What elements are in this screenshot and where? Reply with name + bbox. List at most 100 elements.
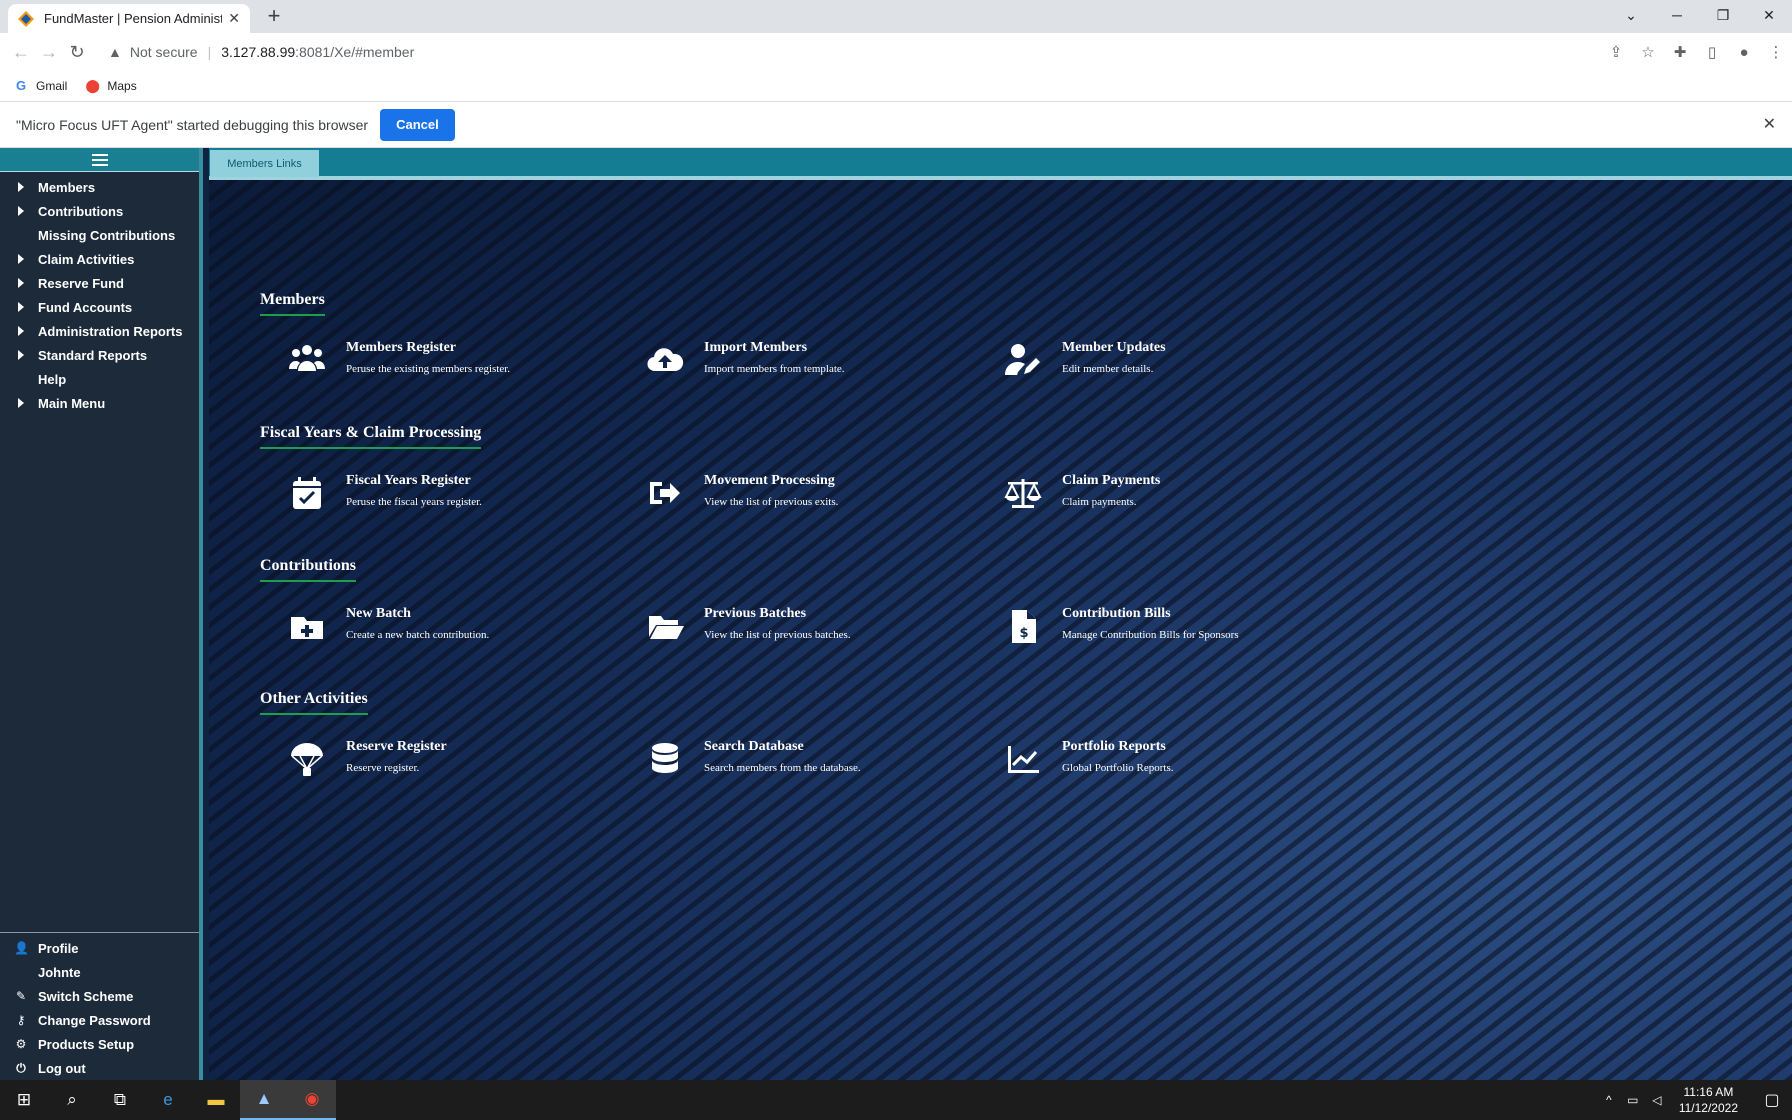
sidebar-item-members[interactable]: Members	[0, 175, 199, 199]
link-card-search-database[interactable]: Search Database Search members from the d…	[641, 735, 961, 791]
main-tabbar: Members Links	[209, 148, 1792, 180]
link-card-contribution-bills[interactable]: $ Contribution Bills Manage Contribution B…	[999, 602, 1319, 658]
tab-search-icon[interactable]: ⌄	[1608, 0, 1654, 30]
gears-icon: ⚙	[15, 1037, 27, 1051]
tab-members-links[interactable]: Members Links	[210, 150, 319, 177]
volume-icon[interactable]: ◁	[1645, 1093, 1669, 1107]
sidebar-item-label: Log out	[38, 1060, 86, 1076]
sidebar-item-reserve-fund[interactable]: Reserve Fund	[0, 271, 199, 295]
card-description: Global Portfolio Reports.	[1062, 762, 1174, 774]
sidebar-toggle[interactable]	[0, 148, 199, 172]
link-card-member-updates[interactable]: Member Updates Edit member details.	[999, 336, 1319, 392]
link-card-reserve-register[interactable]: Reserve Register Reserve register.	[283, 735, 603, 791]
cloud-upload-icon	[641, 336, 689, 384]
card-title[interactable]: Contribution Bills	[1062, 606, 1239, 622]
link-card-claim-payments[interactable]: Claim Payments Claim payments.	[999, 469, 1319, 525]
sidebar-item-help[interactable]: Help	[0, 367, 199, 391]
sidebar-item-administration-reports[interactable]: Administration Reports	[0, 319, 199, 343]
sidebar-log-out[interactable]: ⏻ Log out	[0, 1056, 199, 1080]
link-card-members-register[interactable]: Members Register Peruse the existing memb…	[283, 336, 603, 392]
minimize-icon[interactable]: ─	[1654, 0, 1700, 30]
link-card-previous-batches[interactable]: Previous Batches View the list of previou…	[641, 602, 961, 658]
notifications-icon[interactable]: ▢	[1752, 1090, 1792, 1110]
sidebar-item-fund-accounts[interactable]: Fund Accounts	[0, 295, 199, 319]
card-text: Previous Batches View the list of previou…	[704, 602, 851, 658]
bookmark-maps[interactable]: ⬤ Maps	[85, 78, 136, 94]
network-icon[interactable]: ▭	[1621, 1093, 1645, 1107]
reload-icon[interactable]: ↻	[64, 38, 90, 66]
sidebar-profile[interactable]: 👤 Profile	[0, 936, 199, 960]
windows-start-icon[interactable]: ⊞	[0, 1080, 48, 1120]
card-description: Peruse the fiscal years register.	[346, 496, 482, 508]
restore-icon[interactable]: ❐	[1700, 0, 1746, 30]
star-icon[interactable]: ☆	[1632, 37, 1664, 67]
card-title[interactable]: Import Members	[704, 340, 845, 356]
card-title[interactable]: Fiscal Years Register	[346, 473, 482, 489]
share-icon[interactable]: ⇪	[1600, 37, 1632, 67]
sidebar-item-label: Main Menu	[38, 395, 106, 411]
sidebar-change-password[interactable]: ⚷ Change Password	[0, 1008, 199, 1032]
profile-avatar-icon[interactable]: ●	[1728, 37, 1760, 67]
card-text: Search Database Search members from the d…	[704, 735, 861, 791]
close-window-icon[interactable]: ✕	[1746, 0, 1792, 30]
card-title[interactable]: Movement Processing	[704, 473, 838, 489]
sidebar-item-missing-contributions[interactable]: Missing Contributions	[0, 223, 199, 247]
address-bar[interactable]: ▲ Not secure | 3.127.88.99:8081/Xe/#memb…	[108, 37, 1650, 67]
card-title[interactable]: Search Database	[704, 739, 861, 755]
tray-chevron-icon[interactable]: ^	[1597, 1093, 1621, 1107]
forward-icon[interactable]: →	[36, 38, 62, 66]
new-tab-button[interactable]: +	[260, 4, 288, 30]
link-card-fiscal-years-register[interactable]: Fiscal Years Register Peruse the fiscal y…	[283, 469, 603, 525]
sidebar-item-standard-reports[interactable]: Standard Reports	[0, 343, 199, 367]
clock[interactable]: 11:16 AM 11/12/2022	[1679, 1084, 1738, 1116]
sidebar-item-main-menu[interactable]: Main Menu	[0, 391, 199, 415]
menu-kebab-icon[interactable]: ⋮	[1760, 37, 1792, 67]
google-icon: G	[15, 78, 27, 93]
card-description: Create a new batch contribution.	[346, 629, 490, 641]
link-card-import-members[interactable]: Import Members Import members from templa…	[641, 336, 961, 392]
chart-line-icon	[999, 735, 1047, 783]
side-panel-icon[interactable]: ▯	[1696, 37, 1728, 67]
card-title[interactable]: Member Updates	[1062, 340, 1166, 356]
infobar-close-icon[interactable]: ✕	[1763, 114, 1776, 134]
url-path: :8081/Xe/#member	[295, 44, 415, 60]
card-text: Contribution Bills Manage Contribution Bi…	[1062, 602, 1239, 658]
edge-browser-icon[interactable]: e	[144, 1080, 192, 1120]
search-icon[interactable]: ⌕	[48, 1080, 96, 1120]
maps-pin-icon: ⬤	[85, 78, 100, 93]
sidebar-switch-scheme[interactable]: ✎ Switch Scheme	[0, 984, 199, 1008]
extensions-icon[interactable]: ✚	[1664, 37, 1696, 67]
bookmarks-bar: G Gmail ⬤ Maps	[0, 71, 1792, 102]
folder-plus-icon	[283, 602, 331, 650]
link-card-portfolio-reports[interactable]: Portfolio Reports Global Portfolio Report…	[999, 735, 1319, 791]
card-title[interactable]: Claim Payments	[1062, 473, 1160, 489]
sidebar: Members Contributions Missing Contribution…	[0, 148, 203, 1080]
sidebar-menu: Members Contributions Missing Contribution…	[0, 172, 199, 415]
card-title[interactable]: New Batch	[346, 606, 489, 622]
sidebar-products-setup[interactable]: ⚙ Products Setup	[0, 1032, 199, 1056]
sidebar-item-claim-activities[interactable]: Claim Activities	[0, 247, 199, 271]
link-card-movement-processing[interactable]: Movement Processing View the list of prev…	[641, 469, 961, 525]
users-icon	[283, 336, 331, 384]
task-view-icon[interactable]: ⧉	[96, 1080, 144, 1120]
sidebar-item-label: Administration Reports	[38, 323, 183, 339]
card-title[interactable]: Reserve Register	[346, 739, 447, 755]
card-title[interactable]: Portfolio Reports	[1062, 739, 1174, 755]
section-title: Fiscal Years & Claim Processing	[260, 424, 482, 449]
card-title[interactable]: Members Register	[346, 340, 510, 356]
file-explorer-icon[interactable]: ▬	[192, 1080, 240, 1120]
tab-close-icon[interactable]: ✕	[228, 10, 240, 27]
app-launcher-icon[interactable]: ▲	[240, 1080, 288, 1120]
browser-tab[interactable]: FundMaster | Pension Administra ✕	[8, 4, 250, 33]
back-icon[interactable]: ←	[8, 38, 34, 66]
sidebar-item-label: Reserve Fund	[38, 275, 124, 291]
chrome-icon[interactable]: ◉	[288, 1080, 336, 1120]
bookmark-gmail[interactable]: G Gmail	[14, 78, 67, 94]
section-title: Contributions	[260, 557, 357, 582]
card-title[interactable]: Previous Batches	[704, 606, 851, 622]
sidebar-item-label: Members	[38, 179, 96, 195]
section-title: Members	[260, 291, 325, 316]
link-card-new-batch[interactable]: New Batch Create a new batch contribution…	[283, 602, 603, 658]
sidebar-item-contributions[interactable]: Contributions	[0, 199, 199, 223]
cancel-button[interactable]: Cancel	[380, 108, 455, 141]
